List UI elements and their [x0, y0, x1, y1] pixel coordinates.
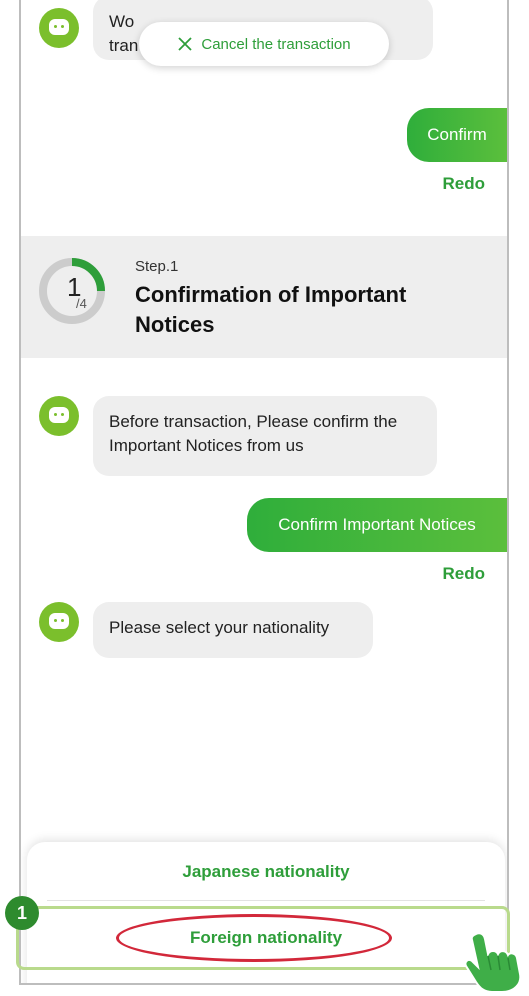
redo-link-1[interactable]: Redo	[443, 174, 486, 194]
step-total: /4	[76, 296, 87, 311]
bot-message: Please select your nationality	[93, 602, 373, 658]
confirm-notices-reply-bubble: Confirm Important Notices	[247, 498, 507, 552]
step-title: Confirmation of Important Notices	[135, 282, 407, 337]
cancel-transaction-label: Cancel the transaction	[201, 35, 351, 53]
bot-avatar-icon	[39, 396, 79, 436]
bot-message: Before transaction, Please confirm the I…	[93, 396, 437, 476]
step-label: Step.1	[135, 258, 179, 275]
confirm-notices-reply-label: Confirm Important Notices	[278, 515, 476, 534]
confirm-reply-label: Confirm	[427, 125, 487, 144]
step-header: 1 /4 Step.1 Confirmation of Important No…	[21, 236, 507, 358]
pointing-hand-icon	[464, 932, 522, 993]
chat-screen: Wo tran Cancel the transaction Confirm R…	[19, 0, 509, 985]
options-divider	[47, 900, 485, 901]
bot-avatar-icon	[39, 8, 79, 48]
confirm-reply-bubble: Confirm	[407, 108, 507, 162]
japanese-nationality-option[interactable]: Japanese nationality	[27, 862, 505, 882]
redo-link-2[interactable]: Redo	[443, 564, 486, 584]
bot-avatar-icon	[39, 602, 79, 642]
highlight-ellipse	[116, 914, 392, 962]
step-number-badge: 1	[5, 896, 39, 930]
cancel-transaction-button[interactable]: Cancel the transaction	[139, 22, 389, 66]
close-icon	[178, 37, 192, 51]
